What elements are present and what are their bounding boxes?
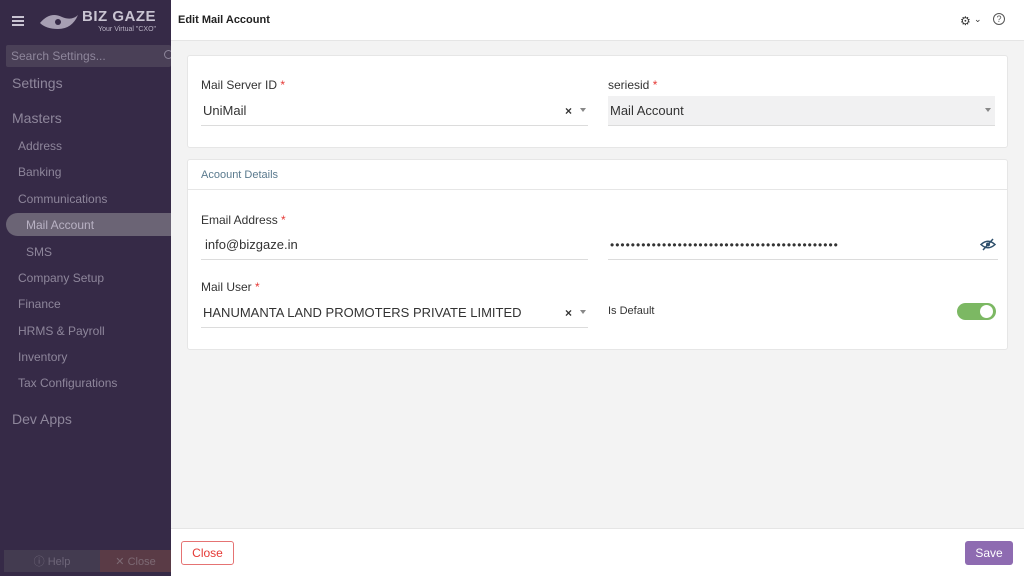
mail-user-select[interactable]: HANUMANTA LAND PROMOTERS PRIVATE LIMITED… <box>201 298 588 328</box>
sidebar-item-company-setup[interactable]: Company Setup <box>18 271 104 285</box>
account-details-card: Acoount Details Email Address * info@biz… <box>187 159 1008 350</box>
gear-icon[interactable]: ⚙ <box>960 14 971 28</box>
save-button[interactable]: Save <box>965 541 1013 565</box>
logo-mark-icon <box>40 15 78 29</box>
main-panel: Edit Mail Account ⚙ ⌄ ? Mail Server ID *… <box>171 0 1024 576</box>
brand-logo[interactable]: BIZ GAZE Your Virtual "CXO" <box>38 9 156 33</box>
brand-name: BIZ GAZE <box>82 8 156 25</box>
seriesid-select[interactable]: Mail Account <box>608 96 995 126</box>
sidebar-item-inventory[interactable]: Inventory <box>18 350 67 364</box>
required-mark: * <box>280 78 286 92</box>
footer-bar: Close Save <box>171 528 1024 576</box>
hamburger-menu-icon[interactable] <box>12 16 24 26</box>
masters-heading[interactable]: Masters <box>12 110 62 126</box>
sidebar-item-banking[interactable]: Banking <box>18 165 61 179</box>
seriesid-label-text: seriesid <box>608 78 650 92</box>
mail-user-value: HANUMANTA LAND PROMOTERS PRIVATE LIMITED <box>203 305 522 320</box>
server-card: Mail Server ID * UniMail × seriesid * Ma… <box>187 55 1008 148</box>
eye-slash-icon[interactable] <box>980 238 996 251</box>
mail-server-value: UniMail <box>203 103 247 118</box>
sidebar-item-finance[interactable]: Finance <box>18 297 61 311</box>
dropdown-caret-icon[interactable] <box>985 108 991 112</box>
email-label-text: Email Address <box>201 213 278 227</box>
chevron-down-icon[interactable]: ⌄ <box>974 14 982 25</box>
mail-server-label: Mail Server ID * <box>201 78 285 92</box>
sidebar-item-hrms-payroll[interactable]: HRMS & Payroll <box>18 324 105 338</box>
page-title: Edit Mail Account <box>178 14 270 26</box>
email-value: info@bizgaze.in <box>205 237 298 252</box>
sidebar: BIZ GAZE Your Virtual "CXO" Settings Mas… <box>0 0 178 576</box>
clear-icon[interactable]: × <box>565 104 572 118</box>
seriesid-label: seriesid * <box>608 78 657 92</box>
sidebar-close-button[interactable]: ✕ Close <box>100 550 171 572</box>
help-icon[interactable]: ? <box>993 13 1005 25</box>
sidebar-item-communications[interactable]: Communications <box>18 192 107 206</box>
required-mark: * <box>281 213 286 227</box>
sidebar-item-sms[interactable]: SMS <box>26 245 52 259</box>
clear-icon[interactable]: × <box>565 306 572 320</box>
required-mark: * <box>255 280 260 294</box>
mail-server-label-text: Mail Server ID <box>201 78 278 92</box>
sidebar-header: BIZ GAZE Your Virtual "CXO" <box>0 0 171 42</box>
mail-user-label-text: Mail User <box>201 280 252 294</box>
dropdown-caret-icon[interactable] <box>580 108 586 112</box>
email-label: Email Address * <box>201 213 286 227</box>
toggle-knob <box>980 305 993 318</box>
is-default-toggle[interactable] <box>957 303 996 320</box>
settings-search <box>6 45 173 67</box>
help-button[interactable]: ⓘ Help <box>4 550 100 572</box>
password-field[interactable]: ••••••••••••••••••••••••••••••••••••••••… <box>608 230 998 260</box>
required-mark: * <box>652 78 658 92</box>
mail-server-select[interactable]: UniMail × <box>201 96 588 126</box>
top-bar: Edit Mail Account ⚙ ⌄ ? <box>171 0 1024 41</box>
mail-user-label: Mail User * <box>201 280 260 294</box>
seriesid-value: Mail Account <box>610 103 684 118</box>
sidebar-item-address[interactable]: Address <box>18 139 62 153</box>
sidebar-footer: ⓘ Help ✕ Close <box>0 550 171 576</box>
settings-search-input[interactable] <box>11 49 161 63</box>
sidebar-item-tax-configurations[interactable]: Tax Configurations <box>18 376 117 390</box>
section-title: Acoount Details <box>188 160 1007 190</box>
password-value: ••••••••••••••••••••••••••••••••••••••••… <box>610 237 839 252</box>
dev-apps-heading[interactable]: Dev Apps <box>12 411 72 427</box>
sidebar-item-mail-account[interactable]: Mail Account <box>26 218 94 232</box>
dropdown-caret-icon[interactable] <box>580 310 586 314</box>
close-button[interactable]: Close <box>181 541 234 565</box>
is-default-label: Is Default <box>608 305 655 317</box>
settings-heading[interactable]: Settings <box>12 75 63 91</box>
brand-tagline: Your Virtual "CXO" <box>98 26 156 33</box>
email-field[interactable]: info@bizgaze.in <box>201 230 588 260</box>
